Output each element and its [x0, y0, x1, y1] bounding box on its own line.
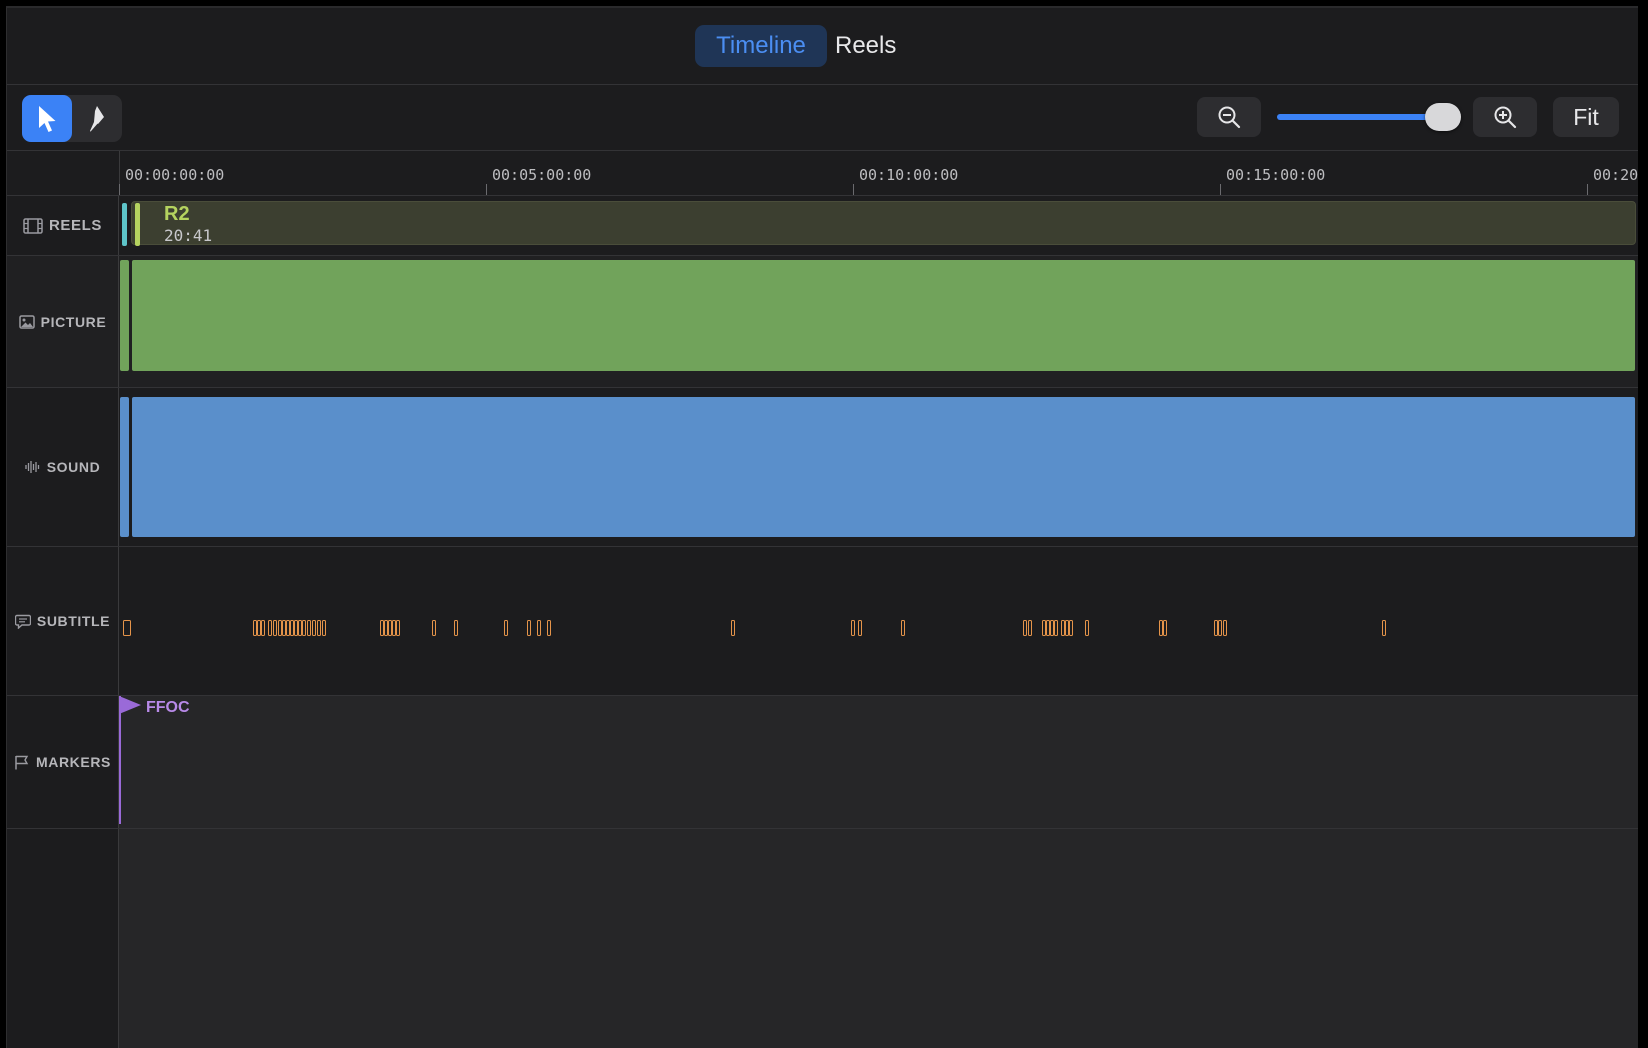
- zoom-in-button[interactable]: [1473, 97, 1537, 137]
- lane-markers: FFOC: [119, 696, 1638, 828]
- subtitle-event[interactable]: [454, 620, 458, 636]
- blade-tool-button[interactable]: [72, 95, 122, 142]
- subtitle-event[interactable]: [851, 620, 855, 636]
- track-reels: REELS R2 20:41: [7, 196, 1638, 256]
- subtitle-event[interactable]: [1223, 620, 1227, 636]
- zoom-in-icon: [1494, 106, 1517, 129]
- subtitle-event[interactable]: [1163, 620, 1167, 636]
- track-label-sound: SOUND: [46, 459, 101, 475]
- sound-clip[interactable]: [132, 397, 1635, 537]
- lane-picture: [119, 256, 1638, 387]
- zoom-slider-fill: [1277, 114, 1443, 120]
- tool-group: [22, 95, 122, 142]
- reel-handle-right[interactable]: [135, 203, 140, 246]
- lane-sound: [119, 388, 1638, 546]
- track-label-subtitle: SUBTITLE: [36, 613, 111, 629]
- track-label-picture: PICTURE: [40, 313, 107, 330]
- track-label-markers: MARKERS: [36, 754, 111, 770]
- marker-flag-icon[interactable]: [119, 696, 143, 716]
- tab-bar: Timeline Reels: [7, 8, 1638, 85]
- track-header-subtitle[interactable]: SUBTITLE: [7, 547, 119, 695]
- reel-duration: 20:41: [164, 226, 213, 245]
- timeline-empty-area: [7, 829, 1638, 1048]
- subtitle-event[interactable]: [312, 620, 316, 636]
- subtitle-event[interactable]: [537, 620, 541, 636]
- subtitle-event[interactable]: [273, 620, 277, 636]
- subtitle-event[interactable]: [1218, 620, 1222, 636]
- subtitle-event[interactable]: [432, 620, 436, 636]
- image-icon: [18, 314, 35, 329]
- ruler-tick-label: 00:00:00:00: [125, 166, 225, 184]
- ruler-tick: [486, 184, 487, 195]
- track-header-reels[interactable]: REELS: [7, 196, 119, 255]
- zoom-slider-thumb[interactable]: [1424, 103, 1461, 131]
- waveform-icon: [25, 461, 39, 473]
- sound-clip[interactable]: [120, 397, 129, 537]
- subtitle-event[interactable]: [268, 620, 272, 636]
- empty-gutter: [7, 829, 119, 1048]
- subtitle-event[interactable]: [731, 620, 735, 636]
- subtitle-event[interactable]: [317, 620, 321, 636]
- timecode-ruler[interactable]: 00:00:00:00 00:05:00:00 00:10:00:00 00:1…: [7, 151, 1638, 196]
- subtitle-event[interactable]: [1054, 620, 1058, 636]
- reel-name: R2: [164, 203, 190, 225]
- subtitle-event[interactable]: [901, 620, 905, 636]
- reel-clip[interactable]: R2 20:41: [131, 201, 1636, 245]
- zoom-slider[interactable]: [1277, 103, 1461, 131]
- film-icon: [23, 217, 43, 234]
- subtitle-event[interactable]: [1023, 620, 1027, 636]
- tab-reels[interactable]: Reels: [835, 25, 896, 67]
- subtitle-event[interactable]: [1069, 620, 1073, 636]
- subtitle-event[interactable]: [396, 620, 400, 636]
- speech-bubble-icon: [14, 614, 31, 629]
- zoom-out-button[interactable]: [1197, 97, 1261, 137]
- fit-button[interactable]: Fit: [1553, 97, 1619, 137]
- ruler-tick: [853, 184, 854, 195]
- reel-handle-left[interactable]: [122, 203, 127, 246]
- ruler-tick: [119, 184, 120, 195]
- toolbar: Fit: [7, 85, 1638, 151]
- track-header-picture[interactable]: PICTURE: [7, 256, 119, 387]
- subtitle-event[interactable]: [322, 620, 326, 636]
- subtitle-event[interactable]: [307, 620, 311, 636]
- picture-clip[interactable]: [132, 260, 1635, 371]
- subtitle-event[interactable]: [261, 620, 265, 636]
- subtitle-event[interactable]: [123, 620, 131, 636]
- zoom-out-icon: [1218, 106, 1241, 129]
- subtitle-event[interactable]: [527, 620, 531, 636]
- lane-reels: R2 20:41: [119, 196, 1638, 255]
- track-sound: SOUND: [7, 388, 1638, 547]
- flag-icon: [15, 755, 29, 769]
- track-header-markers[interactable]: MARKERS: [7, 696, 119, 828]
- ruler-tick-label: 00:15:00:00: [1226, 166, 1326, 184]
- subtitle-event[interactable]: [858, 620, 862, 636]
- marker-label[interactable]: FFOC: [146, 699, 190, 717]
- ruler-tick-label: 00:05:00:00: [492, 166, 592, 184]
- ruler-tick: [1587, 184, 1588, 195]
- track-header-sound[interactable]: SOUND: [7, 388, 119, 546]
- ruler-tick-label: 00:20:00:00: [1593, 166, 1638, 184]
- tab-timeline[interactable]: Timeline: [695, 25, 827, 67]
- subtitle-event[interactable]: [1382, 620, 1386, 636]
- pointer-icon: [39, 105, 56, 132]
- subtitle-event[interactable]: [504, 620, 508, 636]
- ruler-gutter: [7, 151, 120, 195]
- track-label-reels: REELS: [48, 217, 102, 234]
- subtitle-event[interactable]: [302, 620, 306, 636]
- track-picture: PICTURE: [7, 256, 1638, 388]
- ruler-tick: [1220, 184, 1221, 195]
- timeline-window: Timeline Reels Fit 00:00:00:00 00:05:00:…: [6, 6, 1638, 1048]
- ruler-tick-label: 00:10:00:00: [859, 166, 959, 184]
- select-tool-button[interactable]: [22, 95, 72, 142]
- picture-clip[interactable]: [120, 260, 129, 371]
- track-markers: MARKERS FFOC: [7, 696, 1638, 829]
- track-subtitle: SUBTITLE: [7, 547, 1638, 696]
- lane-subtitle: [119, 547, 1638, 695]
- subtitle-event[interactable]: [1028, 620, 1032, 636]
- subtitle-event[interactable]: [547, 620, 551, 636]
- pen-icon: [90, 105, 104, 132]
- subtitle-event[interactable]: [1085, 620, 1089, 636]
